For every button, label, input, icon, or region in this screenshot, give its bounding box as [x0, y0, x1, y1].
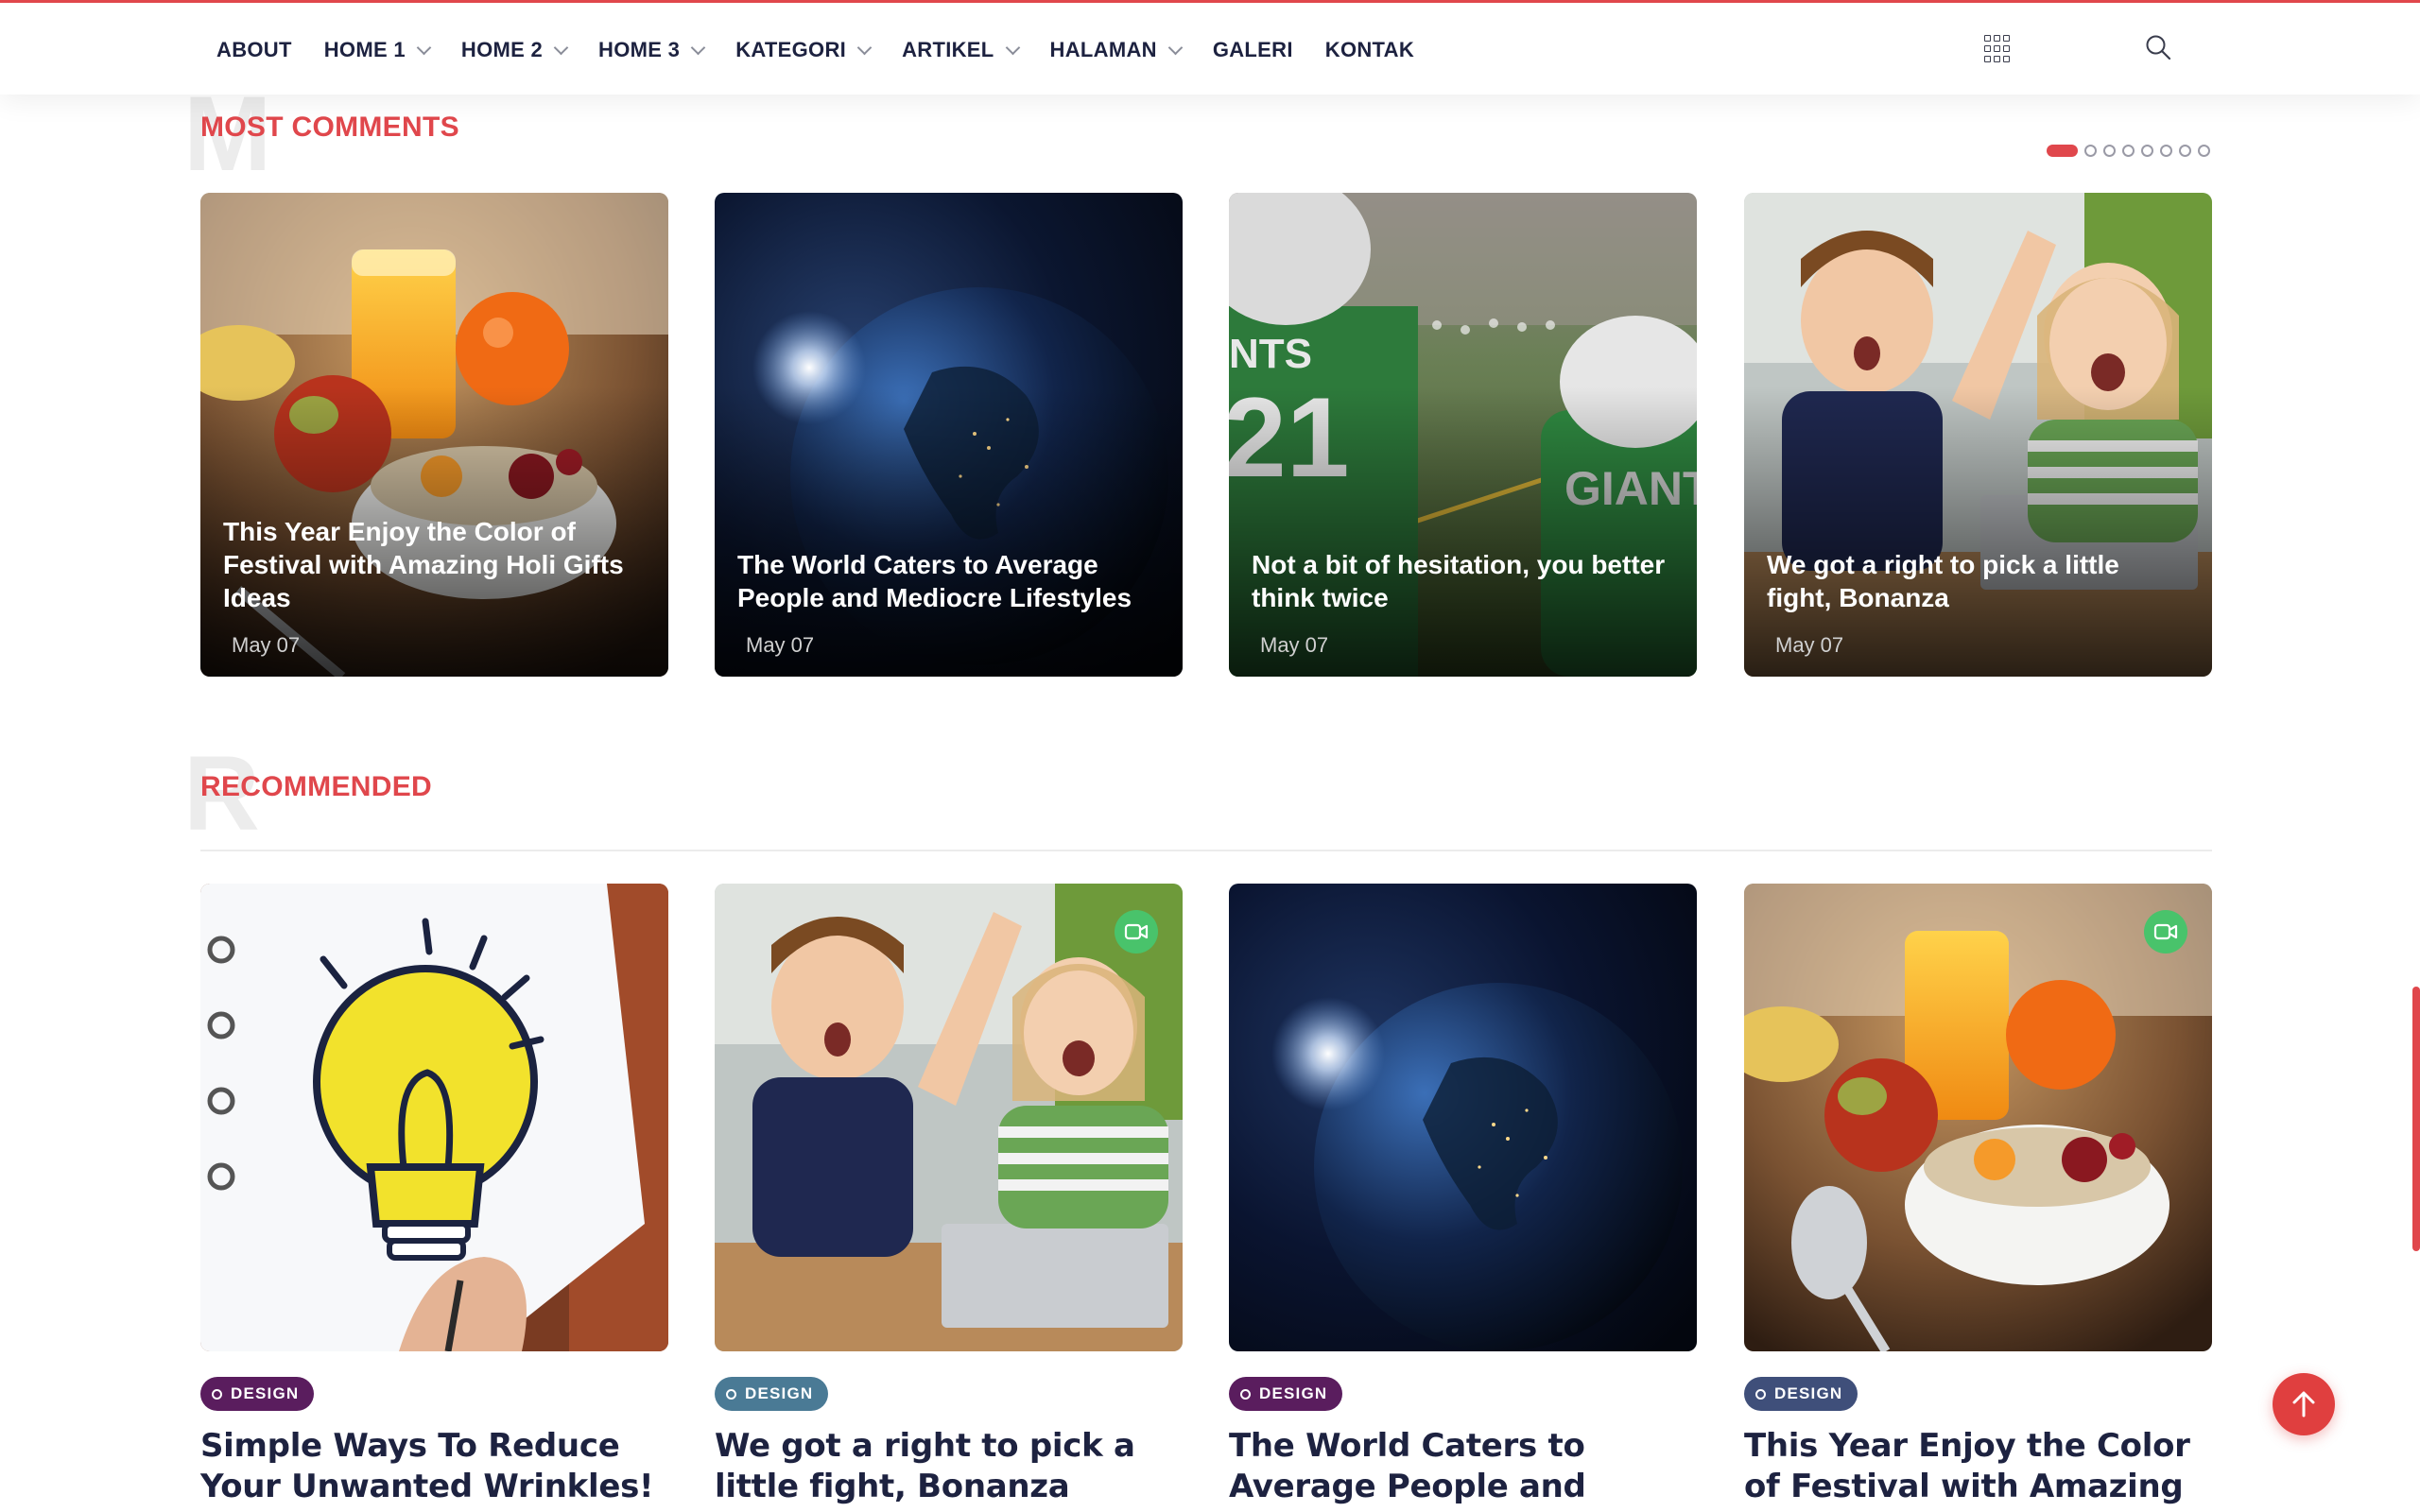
card-image-link[interactable] — [200, 884, 668, 1351]
card-title[interactable]: The World Caters to Average People and M… — [1229, 1426, 1697, 1512]
card-title: We got a right to pick a little fight, B… — [1767, 550, 2119, 612]
chevron-down-icon — [1005, 40, 1020, 55]
chevron-down-icon — [416, 40, 432, 55]
nav-label: ABOUT — [216, 38, 292, 61]
nav-label: HALAMAN — [1049, 38, 1157, 61]
scrollbar-thumb[interactable] — [2412, 987, 2420, 1251]
slider-dot[interactable] — [2198, 145, 2210, 157]
nav-item-galeri[interactable]: GALERI — [1213, 38, 1293, 62]
card-title: The World Caters to Average People and M… — [737, 550, 1132, 612]
most-comments-heading: M MOST COMMENTS — [183, 81, 459, 187]
tag-label: DESIGN — [1774, 1384, 1843, 1402]
category-tag[interactable]: DESIGN — [200, 1377, 315, 1411]
category-tag[interactable]: DESIGN — [1744, 1377, 1858, 1411]
card-title[interactable]: Simple Ways To Reduce Your Unwanted Wrin… — [200, 1426, 668, 1507]
arrow-up-icon — [2292, 1391, 2315, 1418]
nav-item-home-2[interactable]: HOME 2 — [460, 38, 569, 62]
slider-dot[interactable] — [2047, 145, 2078, 157]
slider-dot[interactable] — [2141, 145, 2153, 157]
circle-icon — [1240, 1388, 1251, 1400]
nav-label: ARTIKEL — [902, 38, 994, 61]
tag-label: DESIGN — [231, 1384, 300, 1402]
category-tag[interactable]: DESIGN — [715, 1377, 829, 1411]
slider-dots — [2047, 145, 2217, 157]
card-date: May 07 — [1260, 633, 1329, 657]
section-title: MOST COMMENTS — [200, 112, 459, 143]
circle-icon — [726, 1388, 736, 1400]
card-title: This Year Enjoy the Color of Festival wi… — [223, 517, 624, 612]
recommended-card: DESIGN We got a right to pick a little f… — [715, 884, 1183, 1507]
breakfast-image — [1744, 884, 2212, 1351]
slider-dot[interactable] — [2122, 145, 2135, 157]
nav-label: HOME 3 — [598, 38, 681, 61]
slider-dot[interactable] — [2084, 145, 2097, 157]
section-divider — [200, 850, 2212, 851]
card-date: May 07 — [232, 633, 301, 657]
recommended-card: DESIGN This Year Enjoy the Color of Fest… — [1744, 884, 2212, 1512]
chevron-down-icon — [553, 40, 569, 55]
chevron-down-icon — [856, 40, 873, 55]
circle-icon — [1755, 1388, 1766, 1400]
tag-label: DESIGN — [1259, 1384, 1328, 1402]
card-title: Not a bit of hesitation, you better thin… — [1252, 550, 1666, 612]
main-menu: ABOUT HOME 1 HOME 2 HOME 3 KATEGORI ARTI… — [216, 3, 1446, 97]
card-image-link[interactable] — [715, 884, 1183, 1351]
earth-image — [1229, 884, 1697, 1351]
kids-image — [715, 884, 1183, 1351]
most-comments-card[interactable]: This Year Enjoy the Color of Festival wi… — [200, 193, 668, 677]
nav-item-halaman[interactable]: HALAMAN — [1049, 38, 1184, 62]
nav-label: HOME 2 — [460, 38, 544, 61]
most-comments-card[interactable]: We got a right to pick a little fight, B… — [1744, 193, 2212, 677]
chevron-down-icon — [690, 40, 706, 55]
card-image-link[interactable] — [1229, 884, 1697, 1351]
card-title[interactable]: We got a right to pick a little fight, B… — [715, 1426, 1183, 1507]
card-date: May 07 — [746, 633, 815, 657]
lightbulb-image — [200, 884, 668, 1351]
most-comments-card[interactable]: The World Caters to Average People and M… — [715, 193, 1183, 677]
section-title: RECOMMENDED — [200, 771, 432, 802]
grid-menu-icon[interactable] — [1984, 35, 2013, 63]
category-tag[interactable]: DESIGN — [1229, 1377, 1343, 1411]
nav-item-artikel[interactable]: ARTIKEL — [902, 38, 1020, 62]
recommended-heading: R RECOMMENDED — [183, 741, 432, 847]
card-title[interactable]: This Year Enjoy the Color of Festival wi… — [1744, 1426, 2212, 1512]
video-camera-icon — [2144, 910, 2187, 954]
svg-text:NTS: NTS — [1229, 331, 1312, 377]
nav-item-kategori[interactable]: KATEGORI — [735, 38, 873, 62]
nav-item-home-1[interactable]: HOME 1 — [323, 38, 432, 62]
recommended-card: DESIGN The World Caters to Average Peopl… — [1229, 884, 1697, 1512]
tag-label: DESIGN — [745, 1384, 814, 1402]
nav-label: KONTAK — [1324, 38, 1415, 61]
card-date: May 07 — [1775, 633, 1844, 657]
slider-dot[interactable] — [2103, 145, 2116, 157]
slider-dot[interactable] — [2179, 145, 2191, 157]
search-icon[interactable] — [2144, 33, 2172, 61]
nav-label: GALERI — [1212, 38, 1293, 61]
scroll-to-top-button[interactable] — [2273, 1373, 2335, 1435]
slider-dot[interactable] — [2160, 145, 2172, 157]
nav-label: KATEGORI — [735, 38, 847, 61]
card-image-link[interactable] — [1744, 884, 2212, 1351]
video-camera-icon — [1115, 910, 1158, 954]
recommended-card: DESIGN Simple Ways To Reduce Your Unwant… — [200, 884, 668, 1507]
nav-label: HOME 1 — [323, 38, 406, 61]
nav-item-about[interactable]: ABOUT — [216, 38, 292, 62]
nav-item-home-3[interactable]: HOME 3 — [598, 38, 706, 62]
nav-item-kontak[interactable]: KONTAK — [1325, 38, 1414, 62]
circle-icon — [212, 1388, 222, 1400]
most-comments-card[interactable]: NTS 21 GIANT Not a bit of hesitation, yo… — [1229, 193, 1697, 677]
top-navigation: ABOUT HOME 1 HOME 2 HOME 3 KATEGORI ARTI… — [0, 0, 2420, 94]
chevron-down-icon — [1167, 40, 1184, 55]
